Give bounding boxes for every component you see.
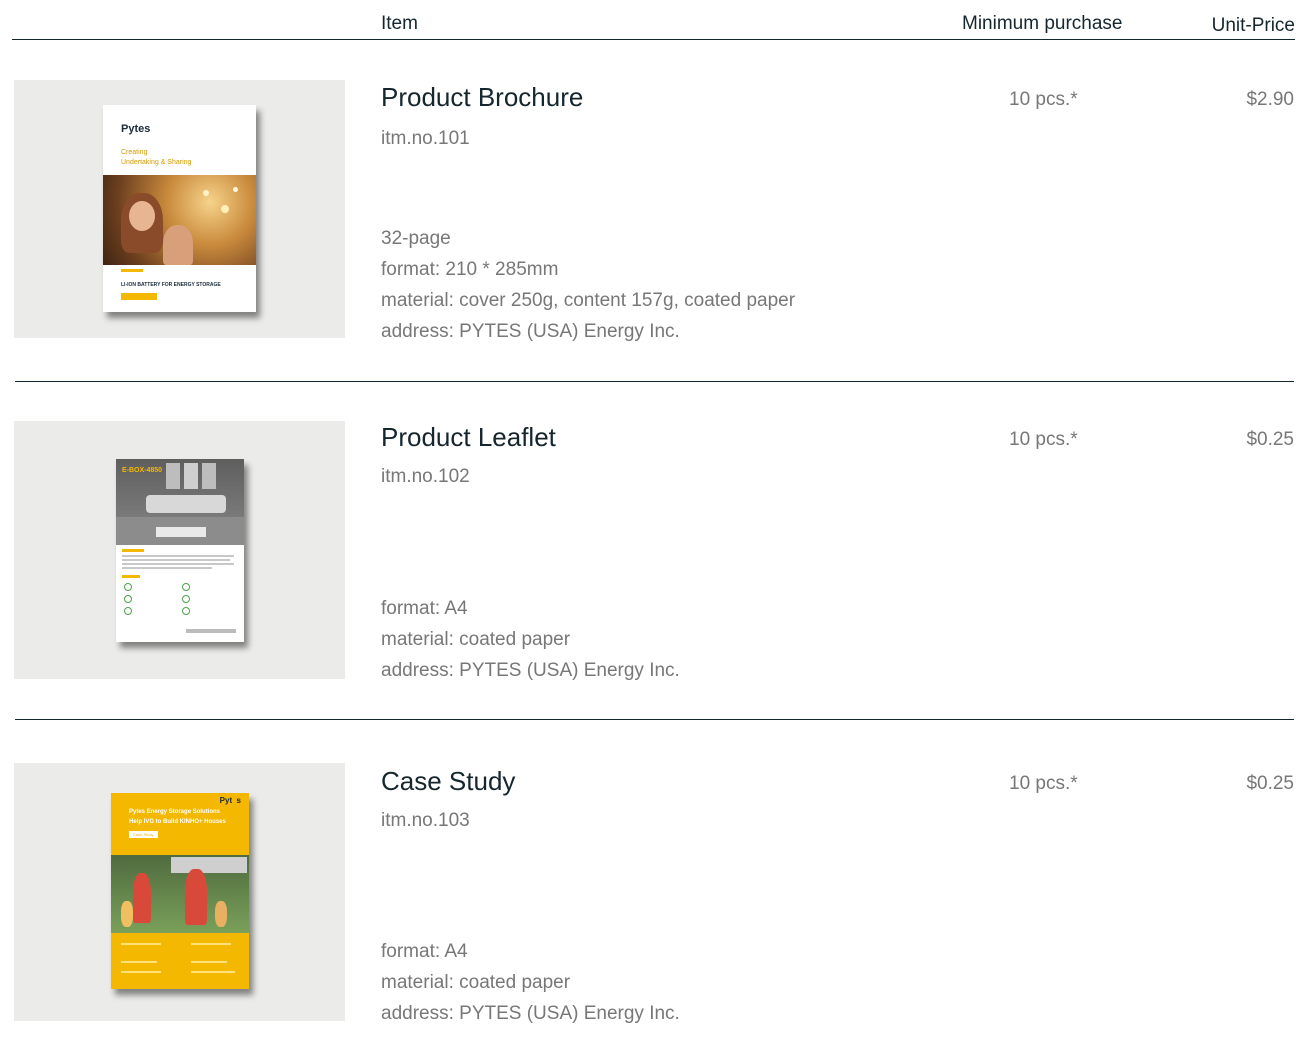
product-thumbnail[interactable]: Pyt s Pytes Energy Storage Solutions Hel… [14, 763, 345, 1021]
brochure-brand: Pytes [121, 123, 151, 135]
brochure-headline-1: Creating [121, 149, 148, 156]
spec-line: address: PYTES (USA) Energy Inc. [381, 1003, 680, 1024]
item-number: itm.no.102 [381, 466, 470, 487]
case-study-tag: Case Study [129, 831, 158, 838]
minimum-purchase: 10 pcs.* [1009, 89, 1078, 110]
product-specs: format: A4 material: coated paper addres… [381, 936, 680, 1029]
spec-line: format: 210 * 285mm [381, 259, 559, 280]
unit-price: $2.90 [1246, 89, 1294, 110]
product-thumbnail[interactable]: Pytes Creating Undertaking & Sharing LI-… [14, 80, 345, 338]
case-study-brand: Pyt s [219, 796, 241, 805]
brochure-footer-text: LI-ION BATTERY FOR ENERGY STORAGE [121, 282, 221, 288]
leaflet-cover-image: E-BOX-4850 [116, 459, 244, 642]
case-study-headline-1: Pytes Energy Storage Solutions [129, 809, 221, 815]
case-study-cover-image: Pyt s Pytes Energy Storage Solutions Hel… [111, 793, 249, 989]
product-title[interactable]: Case Study [381, 766, 515, 797]
product-title[interactable]: Product Leaflet [381, 422, 556, 453]
brochure-headline-2: Undertaking & Sharing [121, 159, 192, 166]
leaflet-model: E-BOX-4850 [122, 467, 163, 474]
spec-line: address: PYTES (USA) Energy Inc. [381, 321, 680, 342]
brochure-photo [103, 175, 256, 265]
item-number: itm.no.103 [381, 810, 470, 831]
spec-line: material: coated paper [381, 629, 571, 650]
header-divider [12, 39, 1295, 40]
spec-line: material: cover 250g, content 157g, coat… [381, 290, 796, 311]
product-specs: format: A4 material: coated paper addres… [381, 593, 680, 686]
brochure-cover-image: Pytes Creating Undertaking & Sharing LI-… [103, 105, 256, 312]
unit-price: $0.25 [1246, 773, 1294, 794]
minimum-purchase: 10 pcs.* [1009, 773, 1078, 794]
column-header-minimum-purchase: Minimum purchase [962, 13, 1123, 34]
column-header-unit-price: Unit-Price [1211, 15, 1295, 36]
product-specs: 32-page format: 210 * 285mm material: co… [381, 223, 795, 347]
column-header-item: Item [381, 13, 418, 34]
row-divider [15, 719, 1294, 720]
minimum-purchase: 10 pcs.* [1009, 429, 1078, 450]
product-thumbnail[interactable]: E-BOX-4850 [14, 421, 345, 679]
spec-line: 32-page [381, 228, 451, 249]
spec-line: address: PYTES (USA) Energy Inc. [381, 660, 680, 681]
spec-line: format: A4 [381, 598, 468, 619]
row-divider [15, 381, 1294, 382]
case-study-photo [111, 855, 249, 933]
unit-price: $0.25 [1246, 429, 1294, 450]
case-study-headline-2: Help IVG to Build KINHO+ Houses [129, 819, 226, 825]
product-title[interactable]: Product Brochure [381, 82, 583, 113]
item-number: itm.no.101 [381, 128, 470, 149]
leaflet-photo: E-BOX-4850 [116, 459, 244, 517]
spec-line: format: A4 [381, 941, 468, 962]
spec-line: material: coated paper [381, 972, 571, 993]
